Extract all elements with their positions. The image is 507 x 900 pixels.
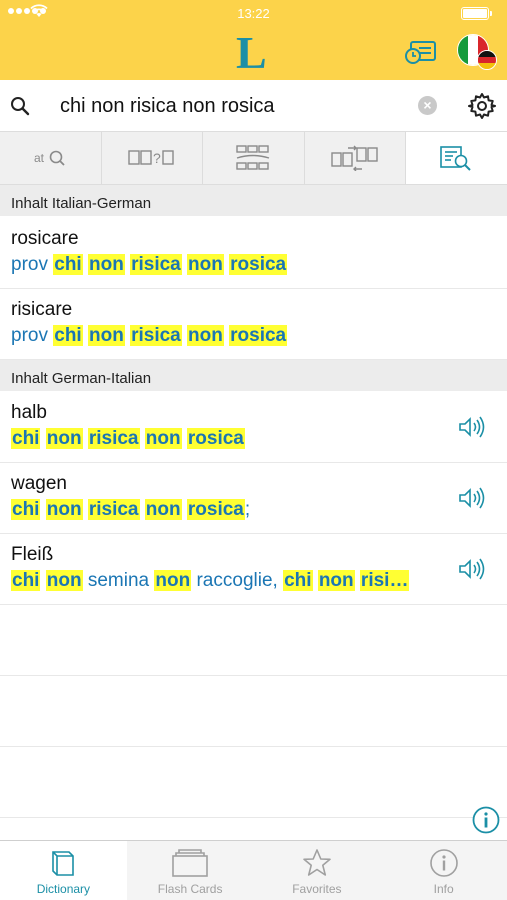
empty-row xyxy=(0,747,507,818)
tab-text-search[interactable]: at xyxy=(0,132,102,184)
result-entry[interactable]: wagen chi non risica non rosica; xyxy=(0,463,507,534)
tabbar-label: Dictionary xyxy=(36,882,91,896)
highlight-term: risi… xyxy=(359,570,410,591)
highlight-term: chi xyxy=(11,428,41,449)
tabbar-label: Flash Cards xyxy=(157,882,223,896)
entry-headword: wagen xyxy=(11,473,67,494)
svg-text:at: at xyxy=(34,151,45,165)
highlight-term: non xyxy=(144,499,182,520)
entry-headword: halb xyxy=(11,402,47,423)
tabbar-label: Favorites xyxy=(292,882,342,896)
speaker-icon[interactable] xyxy=(458,557,486,581)
highlight-term: chi xyxy=(53,325,83,346)
result-entry[interactable]: halb chi non risica non rosica xyxy=(0,392,507,463)
history-icon[interactable] xyxy=(403,38,439,68)
empty-row xyxy=(0,605,507,676)
highlight-term: non xyxy=(87,325,125,346)
clear-search-button[interactable]: × xyxy=(418,96,437,115)
highlight-term: non xyxy=(45,428,83,449)
text-search-icon: at xyxy=(34,150,65,166)
highlight-term: non xyxy=(144,428,182,449)
highlight-term: risica xyxy=(87,499,140,520)
highlight-term: rosica xyxy=(186,428,245,449)
highlight-term: non xyxy=(87,254,125,275)
entry-translation: chi non risica non rosica; xyxy=(11,499,250,521)
tabbar-label: Info xyxy=(433,882,454,896)
highlight-term: chi xyxy=(283,570,313,591)
highlight-term: non xyxy=(187,254,224,275)
speaker-icon[interactable] xyxy=(458,415,486,439)
highlight-term: risica xyxy=(130,254,182,275)
book-icon xyxy=(52,851,75,876)
result-entry[interactable]: rosicare prov chi non risica non rosica xyxy=(0,218,507,289)
tabbar-favorites[interactable]: Favorites xyxy=(254,841,381,900)
search-icon xyxy=(11,97,30,116)
star-icon xyxy=(303,849,331,876)
highlight-term: non xyxy=(45,499,83,520)
entry-suffix: ; xyxy=(244,499,251,520)
entry-translation: chi non risica non rosica xyxy=(11,428,245,450)
speaker-icon[interactable] xyxy=(458,486,486,510)
highlight-term: rosica xyxy=(229,325,288,346)
highlight-term: non xyxy=(187,325,224,346)
info-icon xyxy=(429,849,458,877)
highlight-term: rosica xyxy=(186,499,245,520)
status-time: 13:22 xyxy=(237,6,270,21)
entry-headword: Fleiß xyxy=(11,544,54,565)
tabbar-flash-cards[interactable]: Flash Cards xyxy=(127,841,254,900)
highlight-term: chi xyxy=(53,254,83,275)
highlight-term: non xyxy=(154,570,192,591)
search-input[interactable] xyxy=(60,92,410,120)
empty-row xyxy=(0,676,507,747)
info-icon[interactable] xyxy=(472,806,500,834)
status-bar: 13:22 xyxy=(0,0,507,28)
entry-translation: prov chi non risica non rosica xyxy=(11,254,288,276)
entry-headword: rosicare xyxy=(11,228,79,249)
tabbar-dictionary[interactable]: Dictionary xyxy=(0,841,127,900)
svg-text:?: ? xyxy=(153,150,161,166)
section-header: Inhalt German-Italian xyxy=(0,360,507,391)
language-switch-button[interactable] xyxy=(455,32,499,72)
entry-translation: prov chi non risica non rosica xyxy=(11,325,288,347)
entry-translation: chi non semina non raccoglie, chi non ri… xyxy=(11,570,410,592)
flash-cards-icon xyxy=(172,849,208,877)
nav-bar: L xyxy=(0,28,507,80)
highlight-term: rosica xyxy=(229,254,288,275)
full-text-search-icon xyxy=(439,146,471,171)
app-logo: L xyxy=(236,27,267,78)
translation-text xyxy=(40,570,45,591)
search-bar: × xyxy=(0,80,507,132)
result-entry[interactable]: risicare prov chi non risica non rosica xyxy=(0,289,507,360)
entry-label: prov xyxy=(11,325,48,346)
highlight-term: chi xyxy=(11,499,41,520)
tab-phrase-compare[interactable] xyxy=(305,132,407,184)
bottom-tab-bar: Dictionary Flash Cards Favorites Info xyxy=(0,840,507,900)
section-header: Inhalt Italian-German xyxy=(0,185,507,216)
result-entry[interactable]: Fleiß chi non semina non raccoglie, chi … xyxy=(0,534,507,605)
settings-gear-icon[interactable] xyxy=(468,92,496,120)
highlight-term: risica xyxy=(87,428,140,449)
entry-headword: risicare xyxy=(11,299,73,320)
translation-text: raccoglie, xyxy=(191,570,284,591)
search-mode-tabs: at ? xyxy=(0,132,507,185)
highlight-term: chi xyxy=(11,570,41,591)
battery-icon xyxy=(461,7,492,20)
tabbar-info[interactable]: Info xyxy=(380,841,507,900)
highlight-term: non xyxy=(45,570,83,591)
fill-in-blank-icon: ? xyxy=(128,150,174,166)
highlight-term: risica xyxy=(130,325,182,346)
tab-full-text-search[interactable] xyxy=(406,132,507,184)
entry-label: prov xyxy=(11,254,48,275)
highlight-term: non xyxy=(317,570,355,591)
conjugation-table-icon xyxy=(236,145,270,170)
tab-conjugation[interactable] xyxy=(203,132,305,184)
translation-text: semina xyxy=(82,570,155,591)
german-flag-icon xyxy=(477,50,497,70)
tab-fill-in-blank[interactable]: ? xyxy=(102,132,204,184)
phrase-compare-icon xyxy=(331,145,378,171)
